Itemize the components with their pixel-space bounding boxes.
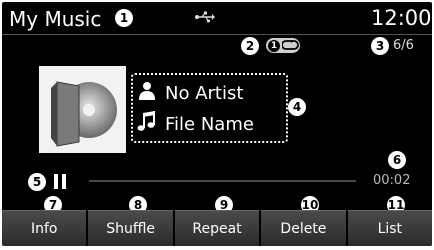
delete-button[interactable]: Delete bbox=[261, 210, 346, 246]
music-note-icon bbox=[137, 111, 157, 138]
repeat-one-badge: 1 bbox=[268, 39, 280, 52]
file-row: File Name bbox=[137, 111, 254, 138]
repeat-button[interactable]: Repeat bbox=[174, 210, 260, 246]
list-button[interactable]: List bbox=[347, 210, 432, 246]
page-title: My Music bbox=[9, 7, 102, 31]
callout-1: 1 bbox=[115, 9, 133, 27]
album-art bbox=[39, 66, 126, 153]
track-info-box: No Artist File Name bbox=[131, 73, 288, 143]
cd-album-icon bbox=[39, 66, 126, 153]
artist-row: No Artist bbox=[137, 81, 243, 106]
person-icon bbox=[137, 81, 157, 106]
info-button[interactable]: Info bbox=[2, 210, 87, 246]
callout-6: 6 bbox=[388, 151, 406, 169]
elapsed-time: 00:02 bbox=[373, 173, 411, 188]
usb-icon bbox=[195, 11, 215, 27]
progress-bar[interactable] bbox=[89, 180, 356, 182]
pause-icon[interactable] bbox=[54, 174, 67, 189]
clock: 12:00 bbox=[371, 6, 432, 30]
repeat-mode-indicator: 1 bbox=[266, 38, 300, 53]
track-count: 6/6 bbox=[393, 38, 414, 53]
callout-3: 3 bbox=[371, 37, 389, 55]
repeat-icon bbox=[281, 39, 299, 52]
button-bar: Info Shuffle Repeat Delete List bbox=[2, 210, 432, 246]
music-screen: My Music 1 12:00 2 1 3 6/6 No Artist Fil… bbox=[2, 2, 432, 246]
header-divider bbox=[2, 34, 432, 35]
file-name: File Name bbox=[165, 114, 254, 135]
shuffle-button[interactable]: Shuffle bbox=[88, 210, 173, 246]
artist-name: No Artist bbox=[165, 83, 244, 104]
callout-4: 4 bbox=[288, 98, 306, 116]
callout-2: 2 bbox=[241, 37, 259, 55]
callout-5: 5 bbox=[28, 173, 46, 191]
